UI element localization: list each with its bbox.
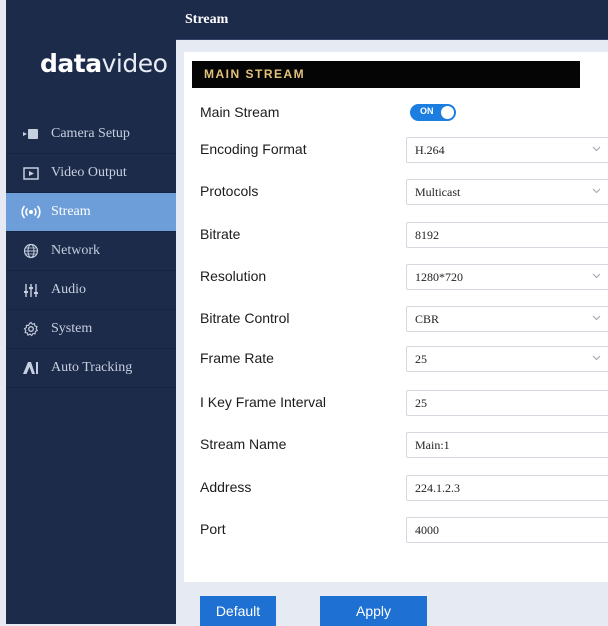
gear-icon (20, 321, 42, 337)
main-stream-toggle[interactable]: ON (410, 104, 456, 121)
encoding-format-label: Encoding Format (200, 141, 307, 157)
protocols-label: Protocols (200, 183, 259, 199)
toggle-on-label: ON (420, 106, 434, 116)
top-bar: Stream (176, 0, 608, 40)
sidebar-item-camera-setup[interactable]: Camera Setup (6, 115, 176, 154)
sidebar-item-label: Stream (51, 204, 91, 219)
address-label: Address (200, 479, 252, 495)
section-title: MAIN STREAM (192, 61, 580, 88)
select-value: 1280*720 (415, 270, 463, 284)
sidebar-item-label: Auto Tracking (51, 360, 133, 375)
auto-tracking-icon (20, 360, 42, 376)
audio-sliders-icon (20, 282, 42, 298)
chevron-down-icon (592, 315, 601, 321)
key-frame-interval-input[interactable]: 25 (406, 390, 608, 416)
sidebar-item-audio[interactable]: Audio (6, 271, 176, 310)
bitrate-control-select[interactable]: CBR (406, 306, 608, 332)
sidebar-item-label: Video Output (51, 165, 127, 180)
input-value: 25 (415, 396, 427, 410)
datavideo-logo: datavideo (40, 49, 168, 78)
sidebar-item-network[interactable]: Network (6, 232, 176, 271)
protocols-select[interactable]: Multicast (406, 179, 608, 205)
key-frame-interval-label: I Key Frame Interval (200, 394, 327, 410)
select-value: Multicast (415, 185, 461, 199)
sidebar-item-auto-tracking[interactable]: Auto Tracking (6, 349, 176, 388)
frame-rate-label: Frame Rate (200, 350, 274, 366)
camera-icon (20, 126, 42, 142)
sidebar-item-label: Network (51, 243, 100, 258)
chevron-down-icon (592, 355, 601, 361)
globe-icon (20, 243, 42, 259)
bitrate-label: Bitrate (200, 226, 241, 242)
sidebar-item-system[interactable]: System (6, 310, 176, 349)
sidebar-nav: Camera Setup Video Output Stream Network… (6, 115, 176, 388)
bitrate-input[interactable]: 8192 (406, 222, 608, 248)
stream-icon (20, 204, 42, 220)
input-value: 224.1.2.3 (415, 481, 460, 495)
port-label: Port (200, 521, 226, 537)
select-value: H.264 (415, 143, 445, 157)
input-value: 8192 (415, 228, 439, 242)
frame-rate-select[interactable]: 25 (406, 346, 608, 372)
sidebar-item-label: Camera Setup (51, 126, 130, 141)
stream-name-label: Stream Name (200, 436, 287, 452)
port-input[interactable]: 4000 (406, 517, 608, 543)
stream-name-input[interactable]: Main:1 (406, 432, 608, 458)
resolution-label: Resolution (200, 268, 267, 284)
sidebar-item-video-output[interactable]: Video Output (6, 154, 176, 193)
sidebar: datavideo Camera Setup Video Output Stre… (6, 0, 176, 624)
chevron-down-icon (592, 188, 601, 194)
sidebar-item-label: System (51, 321, 93, 336)
default-button[interactable]: Default (200, 596, 276, 626)
video-output-icon (20, 165, 42, 181)
sidebar-item-stream[interactable]: Stream (6, 193, 176, 232)
main-stream-panel: MAIN STREAM Main Stream ON Encoding Form… (184, 52, 608, 582)
page-title: Stream (185, 12, 229, 27)
select-value: CBR (415, 312, 440, 326)
address-input[interactable]: 224.1.2.3 (406, 475, 608, 501)
chevron-down-icon (592, 146, 601, 152)
input-value: 4000 (415, 523, 439, 537)
encoding-format-select[interactable]: H.264 (406, 137, 608, 163)
toggle-knob (441, 106, 454, 119)
apply-button[interactable]: Apply (320, 596, 427, 626)
input-value: Main:1 (415, 438, 450, 452)
sidebar-item-label: Audio (51, 282, 86, 297)
select-value: 25 (415, 352, 427, 366)
resolution-select[interactable]: 1280*720 (406, 264, 608, 290)
chevron-down-icon (592, 273, 601, 279)
bitrate-control-label: Bitrate Control (200, 310, 290, 326)
main-stream-label: Main Stream (200, 104, 280, 120)
